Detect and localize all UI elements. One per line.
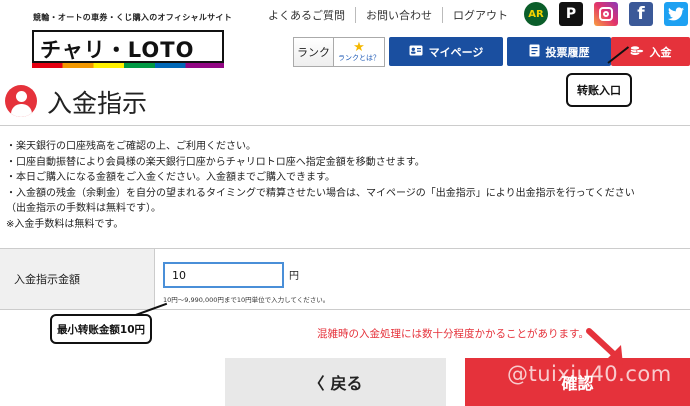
deposit-amount-input[interactable] (163, 262, 284, 288)
yen-unit: 円 (289, 271, 299, 282)
parking-p-icon[interactable]: P (559, 2, 583, 26)
title-divider (0, 125, 690, 126)
amount-label: 入金指示金額 (0, 249, 155, 309)
note-line: ・本日ご購入になる金額をご入金ください。入金額までご購入できます。 (6, 172, 335, 183)
mypage-label: マイページ (428, 45, 484, 59)
note-line: ・入金額の残金（余剰金）を自分の望まれるタイミングで精算させたい場合は、マイペー… (6, 187, 635, 199)
note-line: （出金指示の手数料は無料です）。 (6, 203, 161, 214)
vote-history-button[interactable]: 投票履歴 (507, 37, 611, 66)
entry-annotation-callout: 转账入口 (566, 73, 632, 107)
contact-link[interactable]: お問い合わせ (355, 7, 442, 23)
twitter-icon[interactable] (664, 2, 688, 26)
rank-what-link[interactable]: ランクとは？ (338, 54, 380, 63)
vote-history-label: 投票履歴 (545, 45, 590, 59)
top-links: よくあるご質問 お問い合わせ ログアウト (258, 7, 518, 23)
id-card-icon (409, 45, 423, 59)
autorace-icon[interactable]: AR (524, 2, 548, 26)
rank-info[interactable]: ★ ランクとは？ (334, 38, 384, 66)
logout-link[interactable]: ログアウト (442, 7, 518, 23)
note-line: ※入金手数料は無料です。 (6, 218, 124, 230)
watermark-text: @tuixiu40.com (507, 362, 672, 386)
document-icon (529, 44, 540, 60)
deposit-form: 入金指示金額 円 10円～9,990,000円まで10円単位で入力してください。 (0, 248, 690, 310)
site-tagline: 競輪・オートの車券・くじ購入のオフィシャルサイト (33, 13, 233, 22)
social-links: AR P f (524, 2, 688, 26)
page-title: 入金指示 (47, 89, 148, 118)
faq-link[interactable]: よくあるご質問 (258, 7, 355, 23)
back-button[interactable]: 〈 戻る (225, 358, 446, 406)
note-line: ・楽天銀行の口座残高をご確認の上、ご利用ください。 (6, 141, 256, 152)
rank-label: ランク (294, 38, 334, 66)
back-label: 戻る (330, 374, 363, 393)
logo-box: チャリ・LOTO (32, 30, 224, 63)
user-icon (5, 85, 37, 117)
chevron-left-icon: 〈 (308, 374, 325, 393)
instruction-notes: ・楽天銀行の口座残高をご確認の上、ご利用ください。 ・口座自動振替により会員様の… (6, 139, 690, 232)
rank-widget[interactable]: ランク ★ ランクとは？ (293, 37, 385, 67)
instagram-icon[interactable] (594, 2, 618, 26)
logo-text: チャリ・LOTO (40, 38, 195, 62)
note-line: ・口座自動振替により会員様の楽天銀行口座からチャリロトロ座へ指定金額を移動させま… (6, 156, 425, 168)
facebook-icon[interactable]: f (629, 2, 653, 26)
mypage-button[interactable]: マイページ (389, 37, 503, 66)
congestion-warning: 混雑時の入金処理には数十分程度かかることがあります。 (317, 328, 589, 340)
amount-hint: 10円～9,990,000円まで10円単位で入力してください。 (163, 296, 330, 304)
site-logo[interactable]: 競輪・オートの車券・くじ購入のオフィシャルサイト チャリ・LOTO (30, 10, 232, 68)
coins-icon (629, 44, 644, 59)
deposit-label: 入金 (649, 45, 672, 59)
star-icon: ★ (353, 40, 365, 55)
min-amount-annotation-callout: 最小转账金额10円 (50, 314, 152, 344)
logo-color-stripe (32, 63, 224, 68)
